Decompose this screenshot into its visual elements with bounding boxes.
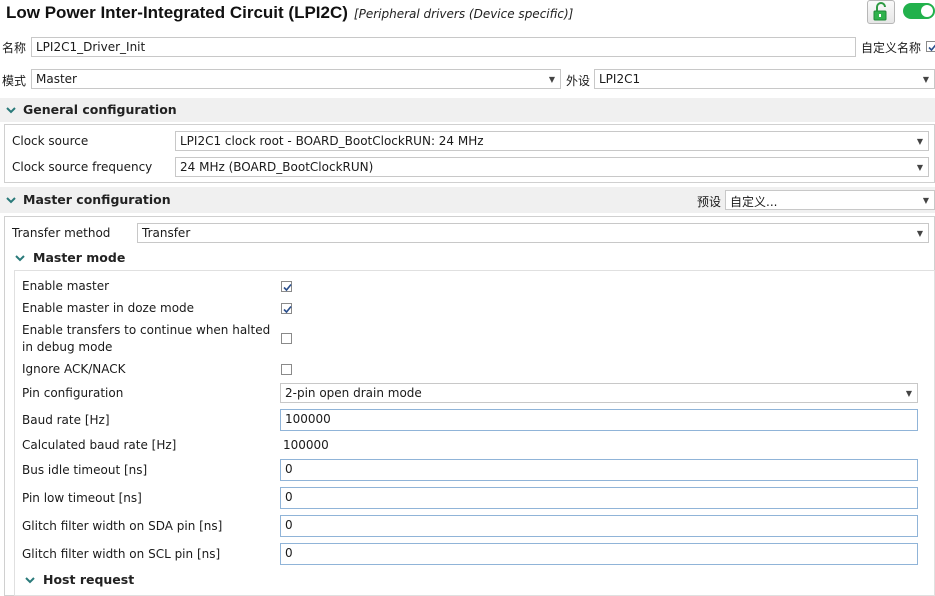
clock-source-value: LPI2C1 clock root - BOARD_BootClockRUN: … — [180, 134, 484, 148]
preset-select[interactable]: 自定义... ▼ — [725, 190, 935, 210]
clock-freq-select[interactable]: 24 MHz (BOARD_BootClockRUN) ▼ — [175, 157, 929, 177]
chevron-down-icon: ▼ — [916, 162, 924, 172]
general-section-title: General configuration — [23, 102, 177, 117]
baud-rate-label: Baud rate [Hz] — [22, 413, 110, 427]
baud-rate-input[interactable]: 100000 — [280, 409, 918, 431]
chevron-down-icon: ▼ — [916, 228, 924, 238]
checkmark-icon — [928, 44, 935, 52]
debug-mode-label-line2: in debug mode — [22, 340, 113, 354]
checkmark-icon — [283, 305, 292, 314]
name-label: 名称 — [2, 41, 27, 55]
ignore-ack-checkbox[interactable] — [281, 364, 292, 375]
clock-freq-label: Clock source frequency — [12, 160, 153, 174]
chevron-down-icon: ▼ — [922, 74, 930, 84]
name-input[interactable]: LPI2C1_Driver_Init — [31, 37, 856, 57]
pin-config-value: 2-pin open drain mode — [285, 386, 422, 400]
debug-mode-checkbox[interactable] — [281, 333, 292, 344]
host-request-header[interactable]: Host request — [22, 571, 322, 589]
scl-filter-input[interactable]: 0 — [280, 543, 918, 565]
sda-filter-label: Glitch filter width on SDA pin [ns] — [22, 519, 223, 533]
enable-master-checkbox[interactable] — [281, 281, 292, 292]
chevron-down-icon: ▼ — [548, 74, 556, 84]
bus-idle-label: Bus idle timeout [ns] — [22, 463, 148, 477]
doze-mode-checkbox[interactable] — [281, 303, 292, 314]
calc-baud-value: 100000 — [283, 438, 329, 452]
toggle-knob — [921, 5, 933, 17]
mode-select-value: Master — [36, 72, 77, 86]
clock-freq-value: 24 MHz (BOARD_BootClockRUN) — [180, 160, 374, 174]
chevron-down-icon — [6, 197, 16, 204]
chevron-down-icon — [15, 255, 25, 262]
peripheral-label: 外设 — [566, 74, 591, 88]
title-subtitle: [Peripheral drivers (Device specific)] — [353, 7, 574, 21]
preset-value: 自定义... — [730, 195, 778, 209]
sda-filter-input[interactable]: 0 — [280, 515, 918, 537]
debug-mode-label-line1: Enable transfers to continue when halted — [22, 323, 271, 337]
transfer-method-label: Transfer method — [12, 226, 111, 240]
clock-source-label: Clock source — [12, 134, 89, 148]
chevron-down-icon — [6, 107, 16, 114]
pin-low-label: Pin low timeout [ns] — [22, 491, 142, 505]
preset-label: 预设 — [697, 195, 722, 209]
transfer-method-value: Transfer — [142, 226, 191, 240]
unlock-icon — [868, 2, 894, 26]
chevron-down-icon: ▼ — [916, 136, 924, 146]
transfer-method-select[interactable]: Transfer ▼ — [137, 223, 929, 243]
mode-label: 模式 — [2, 74, 27, 88]
pin-low-input[interactable]: 0 — [280, 487, 918, 509]
general-section-header[interactable]: General configuration — [0, 98, 935, 122]
master-mode-title: Master mode — [33, 250, 126, 265]
checkmark-icon — [283, 283, 292, 292]
master-section-title: Master configuration — [23, 192, 171, 207]
chevron-down-icon — [25, 577, 35, 584]
custom-name-checkbox[interactable] — [926, 41, 935, 52]
bus-idle-input[interactable]: 0 — [280, 459, 918, 481]
peripheral-select-value: LPI2C1 — [599, 72, 641, 86]
mode-select[interactable]: Master ▼ — [31, 69, 561, 89]
ignore-ack-label: Ignore ACK/NACK — [22, 362, 126, 376]
page-title: Low Power Inter-Integrated Circuit (LPI2… — [6, 3, 573, 23]
enable-master-label: Enable master — [22, 279, 110, 293]
clock-source-select[interactable]: LPI2C1 clock root - BOARD_BootClockRUN: … — [175, 131, 929, 151]
title-text: Low Power Inter-Integrated Circuit (LPI2… — [6, 3, 348, 22]
pin-config-label: Pin configuration — [22, 386, 124, 400]
host-request-title: Host request — [43, 572, 135, 587]
master-mode-header[interactable]: Master mode — [12, 249, 312, 267]
lock-button[interactable] — [867, 0, 895, 24]
scl-filter-label: Glitch filter width on SCL pin [ns] — [22, 547, 221, 561]
doze-mode-label: Enable master in doze mode — [22, 301, 195, 315]
custom-name-label: 自定义名称 — [861, 41, 922, 55]
chevron-down-icon: ▼ — [905, 388, 913, 398]
enable-toggle[interactable] — [903, 3, 935, 19]
pin-config-select[interactable]: 2-pin open drain mode ▼ — [280, 383, 918, 403]
calc-baud-label: Calculated baud rate [Hz] — [22, 438, 177, 452]
peripheral-select[interactable]: LPI2C1 ▼ — [594, 69, 935, 89]
chevron-down-icon: ▼ — [922, 195, 930, 205]
